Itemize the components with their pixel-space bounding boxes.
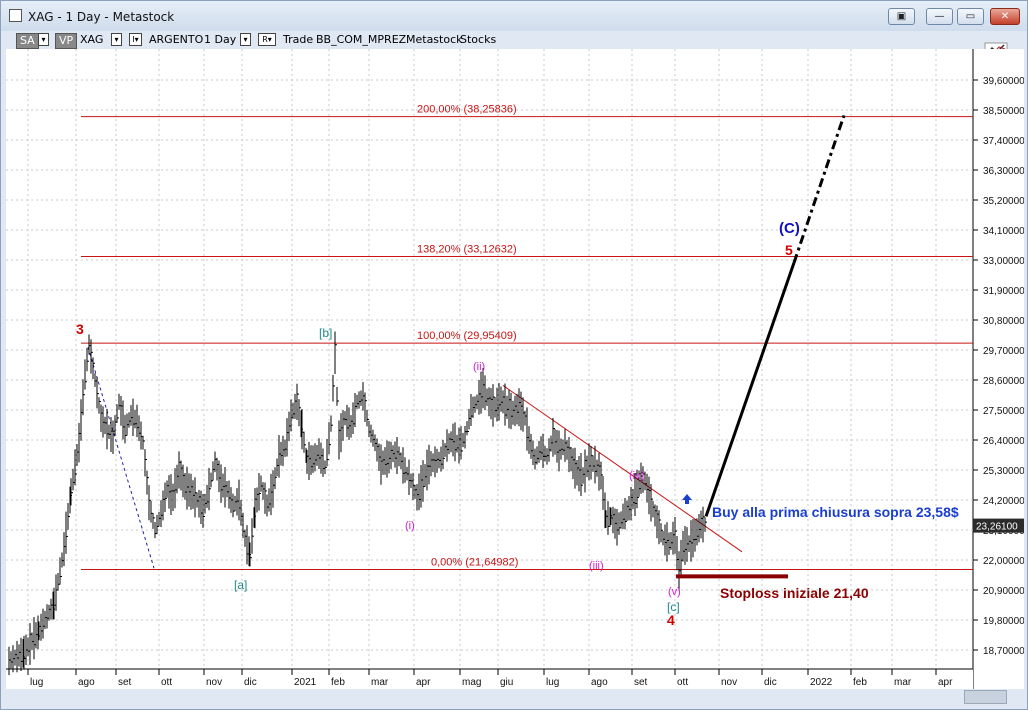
time-tick-label: apr [416, 677, 431, 688]
time-tick-label: feb [853, 677, 867, 688]
periodicity-label: 1 Day [204, 33, 237, 46]
wave-label: (ii) [473, 361, 485, 373]
time-tick-label: feb [331, 677, 345, 688]
price-tick-label: 20,90000 [983, 586, 1024, 597]
time-tick-label: 2021 [294, 677, 317, 688]
time-tick-label: apr [938, 677, 953, 688]
price-tick-label: 22,00000 [983, 556, 1024, 567]
type-label: Stocks [460, 33, 497, 46]
last-price-value: 23,26100 [976, 522, 1018, 533]
price-tick-label: 19,80000 [983, 616, 1024, 627]
title-bar[interactable]: XAG - 1 Day - Metastock ▣ — ▭ ✕ [1, 1, 1027, 31]
price-tick-label: 29,70000 [983, 346, 1024, 357]
r-dropdown[interactable]: R▾ [258, 33, 276, 46]
metastock-window: XAG - 1 Day - Metastock ▣ — ▭ ✕ SA ▾ VP … [0, 0, 1028, 710]
time-tick-label: dic [764, 677, 777, 688]
price-tick-label: 38,50000 [983, 106, 1024, 117]
time-tick-label: mar [894, 677, 912, 688]
wave-label: (i) [405, 520, 415, 532]
fib-level-label: 200,00% (38,25836) [417, 104, 517, 116]
indicator-dropdown[interactable]: I▾ [129, 33, 142, 46]
time-tick-label: nov [206, 677, 222, 688]
wave-label: 4 [667, 612, 675, 628]
window-title: XAG - 1 Day - Metastock [28, 10, 175, 24]
periodicity-dropdown-icon[interactable]: ▾ [240, 33, 251, 46]
price-tick-label: 34,10000 [983, 226, 1024, 237]
stoploss-line [676, 574, 788, 579]
bottom-bar [6, 689, 1022, 706]
time-tick-label: nov [721, 677, 737, 688]
buy-annotation: Buy alla prima chiusura sopra 23,58$ [712, 504, 959, 520]
horizontal-scrollbar[interactable] [964, 690, 1007, 704]
symbol-dropdown-icon[interactable]: ▾ [111, 33, 122, 46]
time-tick-label: giu [500, 677, 513, 688]
time-tick-label: set [634, 677, 648, 688]
time-tick-label: 2022 [810, 677, 833, 688]
fib-level-label: 0,00% (21,64982) [431, 557, 518, 569]
fib-level-label: 138,20% (33,12632) [417, 244, 517, 256]
window-icon [9, 9, 22, 22]
minimize-button[interactable]: — [926, 8, 953, 25]
price-tick-label: 27,50000 [983, 406, 1024, 417]
price-tick-label: 25,30000 [983, 466, 1024, 477]
options-button[interactable]: ▣ [888, 8, 915, 25]
price-tick-label: 18,70000 [983, 646, 1024, 657]
wave-label: [a] [234, 578, 247, 592]
symbol-label: XAG [80, 33, 104, 46]
wave-label: (iii) [589, 560, 604, 572]
security-name: ARGENTO [149, 33, 204, 46]
time-tick-label: ago [591, 677, 608, 688]
time-tick-label: mag [462, 677, 481, 688]
price-chart[interactable]: 200,00% (38,25836) 138,20% (33,12632) 100,… [6, 49, 1024, 689]
restore-button[interactable]: ▭ [957, 8, 984, 25]
price-tick-label: 36,30000 [983, 166, 1024, 177]
time-tick-label: lug [30, 677, 43, 688]
wave-label: [b] [319, 326, 332, 340]
chart-toolbar: SA ▾ VP XAG ▾ I▾ ARGENTO 1 Day ▾ R▾ Trad… [1, 31, 1027, 49]
price-tick-label: 35,20000 [983, 196, 1024, 207]
price-tick-label: 30,80000 [983, 316, 1024, 327]
time-tick-label: ott [677, 677, 688, 688]
wave-label: 3 [76, 321, 84, 337]
sa-dropdown-icon[interactable]: ▾ [38, 33, 49, 46]
price-tick-label: 28,60000 [983, 376, 1024, 387]
price-tick-label: 37,40000 [983, 136, 1024, 147]
fib-level-label: 100,00% (29,95409) [417, 330, 517, 342]
time-tick-label: mar [371, 677, 389, 688]
time-tick-label: ago [78, 677, 95, 688]
wave-label: (iv) [629, 470, 644, 482]
wave-label: (v) [668, 586, 681, 598]
wave-label: 5 [785, 242, 793, 258]
sa-button[interactable]: SA [16, 33, 39, 49]
price-tick-label: 39,60000 [983, 76, 1024, 87]
time-tick-label: dic [244, 677, 257, 688]
wave-label: (C) [779, 220, 800, 237]
price-tick-label: 31,90000 [983, 286, 1024, 297]
time-tick-label: lug [546, 677, 559, 688]
source-label: Metastock [406, 33, 463, 46]
vp-button[interactable]: VP [55, 33, 78, 49]
price-tick-label: 33,00000 [983, 256, 1024, 267]
stoploss-annotation: Stoploss iniziale 21,40 [720, 585, 869, 601]
time-tick-label: set [118, 677, 132, 688]
price-tick-label: 26,40000 [983, 436, 1024, 447]
price-tick-label: 24,20000 [983, 496, 1024, 507]
time-tick-label: ott [161, 677, 172, 688]
trade-label[interactable]: Trade [283, 33, 313, 47]
close-button[interactable]: ✕ [990, 8, 1020, 25]
template-label: BB_COM_MPREZ [316, 33, 407, 46]
